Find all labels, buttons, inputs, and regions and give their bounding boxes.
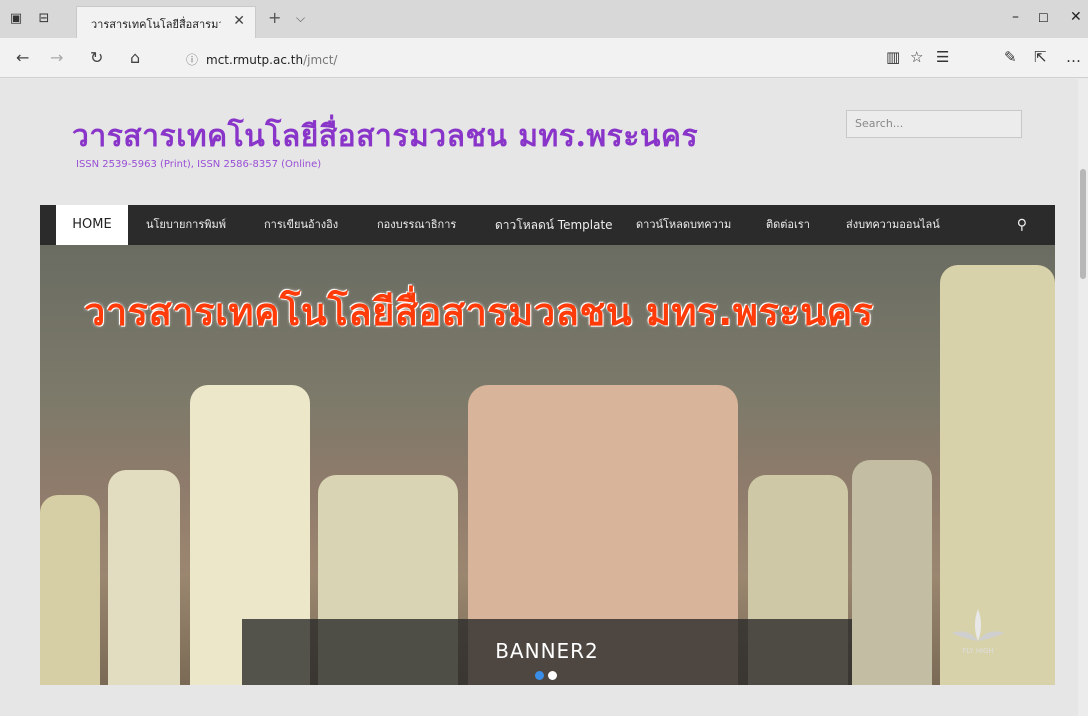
menu-download-articles[interactable]: ดาวน์โหลดบทความ xyxy=(636,205,731,245)
slider-dots xyxy=(535,665,561,684)
menu-submit-online[interactable]: ส่งบทความออนไลน์ xyxy=(846,205,940,245)
minimize-icon[interactable]: – xyxy=(1012,9,1019,25)
more-icon[interactable]: … xyxy=(1066,48,1081,66)
fly-high-logo: FLY HIGH xyxy=(948,607,1008,657)
site-issn: ISSN 2539-5963 (Print), ISSN 2586-8357 (… xyxy=(76,159,322,170)
share-icon[interactable]: ⇱ xyxy=(1034,48,1047,66)
caption-text: BANNER2 xyxy=(495,639,599,663)
tab-title: วารสารเทคโนโลยีสื่อสารมวล xyxy=(91,18,221,31)
forward-icon[interactable]: → xyxy=(50,48,63,67)
info-icon[interactable]: ⓘ xyxy=(186,53,198,67)
slider-dot-1[interactable] xyxy=(535,671,544,680)
url-field[interactable]: ⓘ mct.rmutp.ac.th/jmct/ xyxy=(186,51,337,68)
new-tab-icon[interactable]: + xyxy=(268,8,281,27)
menu-editorial-board[interactable]: กองบรรณาธิการ xyxy=(377,205,456,245)
slider-dot-2[interactable] xyxy=(548,671,557,680)
menu-contact[interactable]: ติดต่อเรา xyxy=(766,205,810,245)
url-path: /jmct/ xyxy=(303,53,338,67)
home-icon[interactable]: ⌂ xyxy=(130,48,140,67)
site-title[interactable]: วารสารเทคโนโลยีสื่อสารมวลชน มทร.พระนคร xyxy=(72,113,698,160)
hero-banner[interactable]: วารสารเทคโนโลยีสื่อสารมวลชน มทร.พระนคร F… xyxy=(40,245,1055,685)
pen-icon[interactable]: ✎ xyxy=(1004,48,1017,66)
favorites-hub-icon[interactable]: ☰ xyxy=(936,48,949,66)
search-input[interactable]: Search... xyxy=(846,110,1022,138)
set-tabs-aside-icon[interactable]: ⊟ xyxy=(36,11,52,27)
page-scrollbar[interactable] xyxy=(1078,79,1088,716)
web-page: วารสารเทคโนโลยีสื่อสารมวลชน มทร.พระนคร I… xyxy=(0,79,1088,716)
menu-citation-guide[interactable]: การเขียนอ้างอิง xyxy=(264,205,338,245)
window-close-icon[interactable]: ✕ xyxy=(1070,9,1082,25)
back-icon[interactable]: ← xyxy=(16,48,29,67)
refresh-icon[interactable]: ↻ xyxy=(90,48,103,67)
reading-view-icon[interactable]: ▥ xyxy=(886,48,900,66)
main-menu: HOME นโยบายการพิมพ์ การเขียนอ้างอิง กองบ… xyxy=(40,205,1055,245)
menu-download-template[interactable]: ดาวโหลดน์ Template xyxy=(495,205,613,245)
logo-text: FLY HIGH xyxy=(962,647,994,655)
address-bar: ← → ↻ ⌂ ⓘ mct.rmutp.ac.th/jmct/ ▥ ☆ ☰ ✎ ⇱… xyxy=(0,38,1088,78)
menu-publication-policy[interactable]: นโยบายการพิมพ์ xyxy=(146,205,226,245)
url-domain: mct.rmutp.ac.th xyxy=(206,53,304,67)
banner-overlay-text: วารสารเทคโนโลยีสื่อสารมวลชน มทร.พระนคร xyxy=(84,290,874,334)
search-icon[interactable]: ⚲ xyxy=(1017,217,1027,233)
chevron-down-icon[interactable]: ⌵ xyxy=(296,11,305,26)
browser-titlebar: ▣ ⊟ วารสารเทคโนโลยีสื่อสารมวล ✕ + ⌵ – ☐ … xyxy=(0,0,1088,38)
menu-home[interactable]: HOME xyxy=(56,205,128,245)
maximize-icon[interactable]: ☐ xyxy=(1038,11,1049,25)
browser-tab[interactable]: วารสารเทคโนโลยีสื่อสารมวล ✕ xyxy=(76,6,256,38)
tab-list-icon[interactable]: ▣ xyxy=(8,11,24,27)
favorite-star-icon[interactable]: ☆ xyxy=(910,48,923,66)
close-icon[interactable]: ✕ xyxy=(233,13,245,29)
scroll-thumb[interactable] xyxy=(1080,169,1086,279)
